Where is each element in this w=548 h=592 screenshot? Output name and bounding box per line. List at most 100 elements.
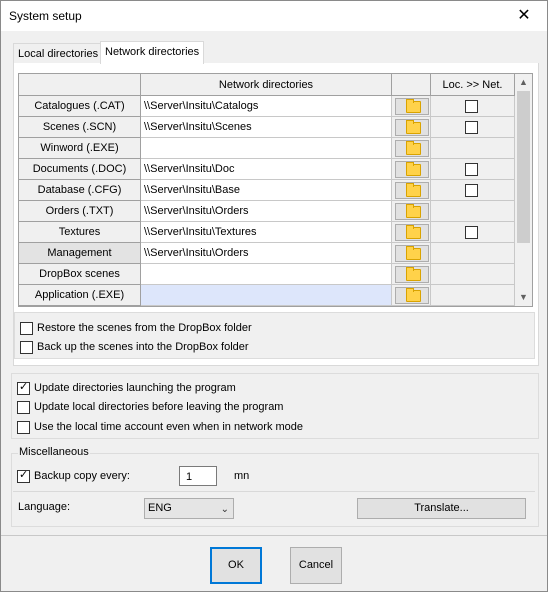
loc-to-net-checkbox[interactable]: [465, 226, 478, 239]
folder-icon: [406, 162, 421, 176]
browse-button-face[interactable]: [395, 140, 429, 157]
separator: [13, 491, 535, 492]
restore-from-dropbox-checkbox[interactable]: [20, 322, 33, 335]
update-on-launch-checkbox[interactable]: ✓: [17, 381, 30, 395]
folder-icon: [406, 225, 421, 239]
browse-button-face[interactable]: [395, 203, 429, 220]
loc-to-net-checkbox[interactable]: [465, 121, 478, 134]
folder-icon: [406, 141, 421, 155]
grid-row-label: Documents (.DOC): [19, 159, 141, 180]
loc-to-net-cell: [431, 159, 515, 180]
backup-to-dropbox-checkbox[interactable]: [20, 341, 33, 354]
loc-to-net-cell: [431, 285, 515, 306]
browse-button-face[interactable]: [395, 287, 429, 304]
backup-interval-input[interactable]: 1: [179, 466, 217, 486]
tab-network-directories[interactable]: Network directories: [100, 41, 205, 64]
loc-to-net-cell: [431, 264, 515, 285]
local-time-account-checkbox[interactable]: [17, 421, 30, 434]
footer-separator: [1, 535, 547, 536]
ok-button[interactable]: OK: [210, 547, 262, 584]
browse-folder-button[interactable]: [392, 117, 431, 138]
grid-path-cell[interactable]: \\Server\Insitu\Textures: [141, 222, 392, 243]
restore-from-dropbox-label: Restore the scenes from the DropBox fold…: [37, 322, 252, 334]
update-before-leaving-checkbox[interactable]: [17, 401, 30, 414]
browse-button-face[interactable]: [395, 119, 429, 136]
grid-path-cell[interactable]: \\Server\Insitu\Scenes: [141, 117, 392, 138]
grid-vertical-scrollbar[interactable]: ▲ ▼: [515, 74, 532, 306]
backup-copy-label: Backup copy every:: [34, 470, 130, 482]
browse-folder-button[interactable]: [392, 264, 431, 285]
scroll-down-icon[interactable]: ▼: [515, 289, 532, 306]
loc-to-net-checkbox[interactable]: [465, 184, 478, 197]
browse-button-face[interactable]: [395, 161, 429, 178]
browse-button-face[interactable]: [395, 245, 429, 262]
browse-button-face[interactable]: [395, 182, 429, 199]
loc-to-net-checkbox[interactable]: [465, 100, 478, 113]
grid-row-label: Winword (.EXE): [19, 138, 141, 159]
scroll-up-icon[interactable]: ▲: [515, 74, 532, 91]
folder-icon: [406, 288, 421, 302]
folder-icon: [406, 120, 421, 134]
chevron-down-icon: ⌄: [220, 504, 229, 515]
grid-path-cell[interactable]: \\Server\Insitu\Orders: [141, 243, 392, 264]
grid-row-label: Management: [19, 243, 141, 264]
folder-icon: [406, 183, 421, 197]
browse-folder-button[interactable]: [392, 180, 431, 201]
browse-folder-button[interactable]: [392, 159, 431, 180]
loc-to-net-checkbox[interactable]: [465, 163, 478, 176]
browse-button-face[interactable]: [395, 224, 429, 241]
loc-to-net-cell: [431, 180, 515, 201]
grid-header-loc-to-net: Loc. >> Net.: [431, 74, 515, 96]
translate-button[interactable]: Translate...: [357, 498, 526, 519]
grid-corner-header: [19, 74, 141, 96]
grid-path-cell[interactable]: \\Server\Insitu\Orders: [141, 201, 392, 222]
grid-path-cell[interactable]: [141, 264, 392, 285]
loc-to-net-cell: [431, 222, 515, 243]
grid-row-label: Catalogues (.CAT): [19, 96, 141, 117]
browse-folder-button[interactable]: [392, 285, 431, 306]
grid-row-label: Application (.EXE): [19, 285, 141, 306]
grid-row-label: Scenes (.SCN): [19, 117, 141, 138]
folder-icon: [406, 204, 421, 218]
folder-icon: [406, 99, 421, 113]
grid-row-label: Textures: [19, 222, 141, 243]
browse-folder-button[interactable]: [392, 96, 431, 117]
loc-to-net-cell: [431, 96, 515, 117]
cancel-button[interactable]: Cancel: [290, 547, 342, 584]
grid-path-cell[interactable]: \\Server\Insitu\Base: [141, 180, 392, 201]
tab-local-directories[interactable]: Local directories: [13, 43, 104, 64]
browse-button-face[interactable]: [395, 266, 429, 283]
grid-path-cell[interactable]: \\Server\Insitu\Catalogs: [141, 96, 392, 117]
browse-button-face[interactable]: [395, 98, 429, 115]
loc-to-net-cell: [431, 117, 515, 138]
backup-copy-checkbox[interactable]: ✓: [17, 469, 30, 483]
title-bar: System setup ✕: [1, 1, 547, 31]
window-title: System setup: [9, 9, 82, 23]
language-label: Language:: [18, 501, 70, 513]
grid-row-label: DropBox scenes: [19, 264, 141, 285]
language-value: ENG: [148, 502, 172, 514]
language-select[interactable]: ENG ⌄: [144, 498, 234, 519]
check-icon: ✓: [19, 469, 29, 481]
grid-row-label: Orders (.TXT): [19, 201, 141, 222]
directories-grid: Network directories Loc. >> Net. Catalog…: [18, 73, 533, 307]
grid-header-network-directories: Network directories: [141, 74, 392, 96]
browse-folder-button[interactable]: [392, 201, 431, 222]
loc-to-net-cell: [431, 243, 515, 264]
grid-row-label: Database (.CFG): [19, 180, 141, 201]
grid-header-browse: [392, 74, 431, 96]
grid-path-cell[interactable]: [141, 285, 392, 306]
update-before-leaving-label: Update local directories before leaving …: [34, 401, 284, 413]
loc-to-net-cell: [431, 138, 515, 159]
update-on-launch-label: Update directories launching the program: [34, 382, 236, 394]
grid-path-cell[interactable]: \\Server\Insitu\Doc: [141, 159, 392, 180]
browse-folder-button[interactable]: [392, 222, 431, 243]
grid-path-cell[interactable]: [141, 138, 392, 159]
browse-folder-button[interactable]: [392, 243, 431, 264]
browse-folder-button[interactable]: [392, 138, 431, 159]
scrollbar-thumb[interactable]: [517, 91, 530, 243]
backup-interval-unit: mn: [234, 470, 250, 482]
folder-icon: [406, 246, 421, 260]
close-icon[interactable]: ✕: [501, 1, 547, 31]
miscellaneous-title: Miscellaneous: [18, 446, 90, 458]
